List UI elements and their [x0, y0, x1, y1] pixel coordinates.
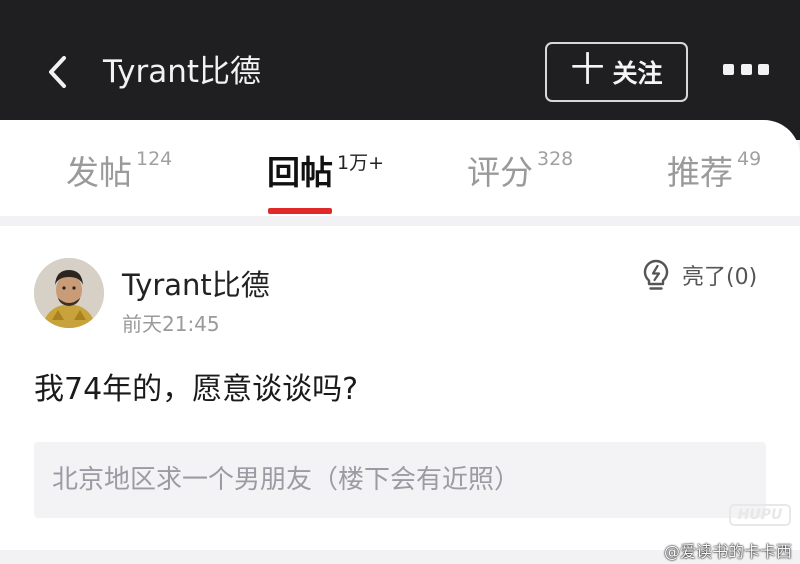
tab-count: 124 [136, 148, 173, 170]
tab-label: 回帖 [267, 153, 333, 192]
post-time: 前天21:45 [122, 312, 220, 336]
tab-replies[interactable]: 回帖 1万+ [267, 146, 384, 194]
active-tab-indicator [268, 208, 332, 214]
more-options-icon[interactable] [723, 64, 769, 78]
reply-card: Tyrant比德 前天21:45 亮了(0) 我74年的，愿意谈谈吗? 北京地区… [0, 226, 800, 550]
hupu-watermark-logo: HUPU [729, 504, 791, 526]
top-bar: Tyrant比德 十 关注 [0, 0, 800, 140]
tab-label: 推荐 [667, 153, 733, 192]
tab-ratings[interactable]: 评分 328 [467, 146, 573, 194]
tab-recommend[interactable]: 推荐 49 [667, 146, 761, 194]
tab-label: 发帖 [66, 153, 132, 192]
tab-posts[interactable]: 发帖 124 [66, 146, 172, 194]
follow-button[interactable]: 十 关注 [545, 42, 688, 102]
tab-count: 328 [537, 148, 574, 170]
quoted-thread[interactable]: 北京地区求一个男朋友（楼下会有近照） [34, 442, 766, 518]
tab-count: 49 [737, 148, 762, 170]
lightbulb-icon [643, 259, 669, 290]
avatar-portrait-icon [34, 258, 104, 328]
dot [723, 64, 734, 75]
page-title: Tyrant比德 [103, 54, 261, 90]
tab-count: 1万+ [337, 152, 385, 174]
light-button[interactable]: 亮了(0) [640, 258, 757, 292]
author-name[interactable]: Tyrant比德 [122, 262, 270, 304]
dot [758, 64, 769, 75]
watermark-text: @爱读书的卡卡西 [663, 542, 792, 561]
avatar[interactable] [34, 258, 104, 328]
follow-label: 关注 [612, 59, 663, 88]
dot [740, 64, 752, 75]
plus-icon: 十 [570, 50, 605, 90]
reply-content: 我74年的，愿意谈谈吗? [34, 372, 359, 407]
light-count: 亮了(0) [682, 265, 758, 290]
tab-label: 评分 [467, 153, 533, 192]
profile-tabs: 发帖 124 回帖 1万+ 评分 328 推荐 49 [0, 120, 800, 216]
back-arrow-icon[interactable] [44, 54, 74, 90]
